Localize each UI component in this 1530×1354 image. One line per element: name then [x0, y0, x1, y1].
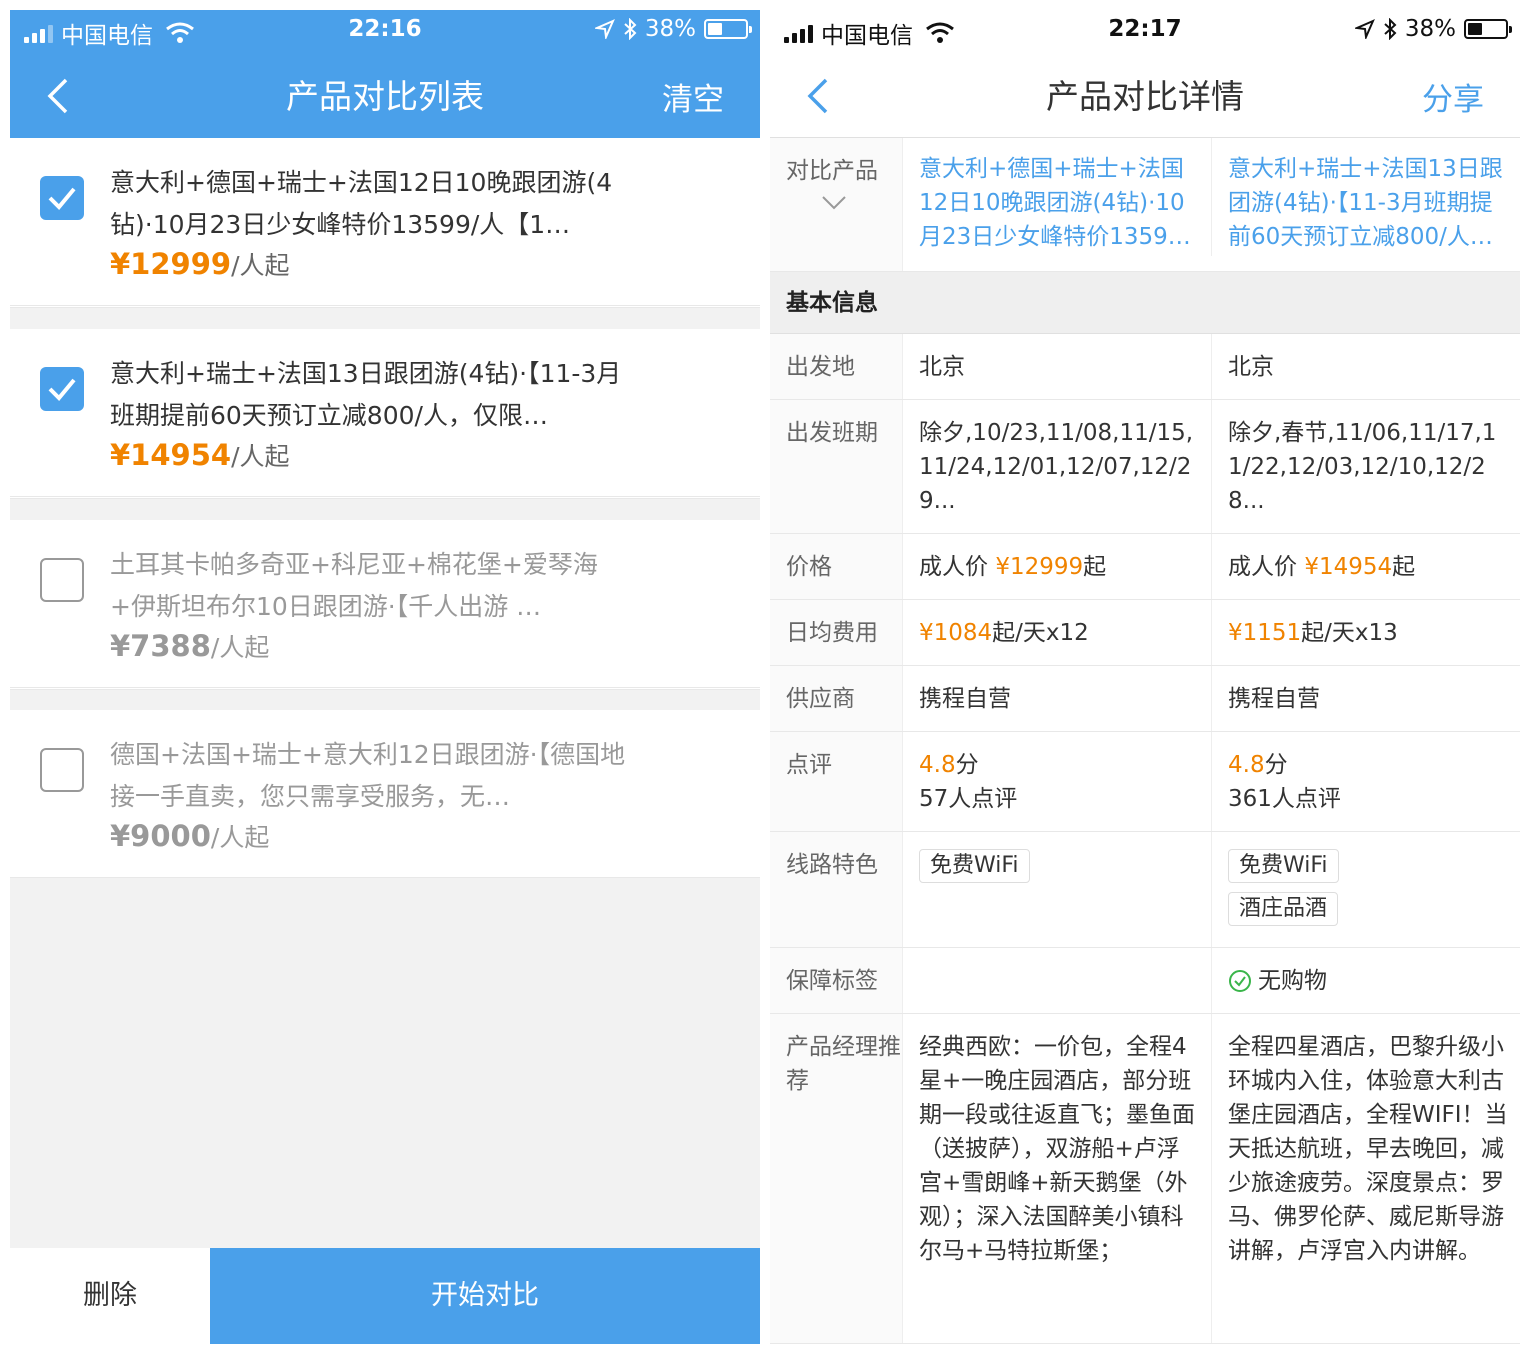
battery-icon [704, 19, 752, 39]
cell-value: ¥1151起/天x13 [1228, 620, 1398, 646]
cell-value: 除夕,春节,11/06,11/17,11/22,12/03,12/10,12/2… [1228, 420, 1497, 514]
cell-value: 北京 [903, 334, 1212, 399]
table-row: 点评 4.8分 57人点评 4.8分 361人点评 [770, 732, 1520, 832]
table-row: 线路特色 免费WiFi 免费WiFi 酒庄品酒 [770, 832, 1520, 948]
cell-value: 除夕,10/23,11/08,11/15,11/24,12/01,12/07,1… [903, 400, 1212, 533]
cell-value: 携程自营 [1228, 686, 1320, 712]
product-link[interactable]: 意大利+德国+瑞士+法国12日10晚跟团游(4钻)·10月23日少女峰特价135… [903, 138, 1212, 256]
checkbox-unchecked[interactable] [40, 748, 84, 792]
table-row: 价格 成人价 ¥12999起 成人价 ¥14954起 [770, 534, 1520, 600]
cell-value: 北京 [1228, 354, 1274, 380]
cell-value [903, 948, 1212, 1013]
item-price: ¥12999/人起 [110, 247, 290, 281]
feature-tag: 免费WiFi [919, 849, 1030, 883]
row-label: 出发地 [770, 334, 903, 399]
status-bar: 中国电信 22:16 38% [10, 10, 760, 50]
checkbox-unchecked[interactable] [40, 558, 84, 602]
cell-value: 成人价 ¥12999起 [903, 534, 1212, 599]
divider [10, 498, 760, 520]
compare-table: 对比产品 意大利+德国+瑞士+法国12日10晚跟团游(4钻)·10月23日少女峰… [770, 138, 1520, 1344]
cell-value: 无购物 [1212, 948, 1520, 1013]
row-label: 保障标签 [770, 948, 903, 1013]
cell-value: ¥1084起/天x12 [903, 600, 1212, 665]
section-header: 基本信息 [770, 272, 1520, 334]
row-label: 对比产品 [770, 138, 903, 271]
clear-button[interactable]: 清空 [662, 74, 724, 119]
list-item[interactable]: 意大利+德国+瑞士+法国12日10晚跟团游(4钻)·10月23日少女峰特价135… [10, 138, 760, 306]
divider [10, 689, 760, 711]
table-row: 出发班期 除夕,10/23,11/08,11/15,11/24,12/01,12… [770, 400, 1520, 534]
item-price: ¥14954/人起 [110, 438, 290, 472]
check-circle-icon [1229, 970, 1251, 992]
row-label: 出发班期 [770, 400, 903, 533]
item-title: 德国+法国+瑞士+意大利12日跟团游·【德国地接一手直卖，您只需享受服务，无… [110, 740, 626, 811]
cell-value: 经典西欧：一价包，全程4星+一晚庄园酒店，部分班期一段或往返直飞；墨鱼面（送披萨… [903, 1014, 1212, 1343]
location-icon [1354, 19, 1375, 39]
bluetooth-icon [1384, 18, 1397, 40]
bottom-bar: 删除 开始对比 [10, 1248, 760, 1344]
table-row: 供应商 携程自营 携程自营 [770, 666, 1520, 732]
item-title: 土耳其卡帕多奇亚+科尼亚+棉花堡+爱琴海+伊斯坦布尔10日跟团游·【千人出游 … [110, 550, 598, 621]
cell-value: 成人价 ¥14954起 [1228, 554, 1416, 580]
item-price: ¥9000/人起 [110, 819, 270, 853]
divider [10, 307, 760, 329]
checkbox-checked[interactable] [40, 176, 84, 220]
item-title: 意大利+瑞士+法国13日跟团游(4钻)·【11-3月班期提前60天预订立减800… [110, 359, 622, 430]
page-title: 产品对比详情 [1046, 77, 1244, 116]
row-label: 产品经理推荐 [770, 1014, 903, 1343]
share-button[interactable]: 分享 [1422, 74, 1484, 119]
product-link[interactable]: 意大利+瑞士+法国13日跟团游(4钻)·【11-3月班期提前60天预订立减800… [1212, 138, 1520, 256]
cell-value: 免费WiFi 酒庄品酒 [1212, 832, 1520, 947]
header-bar: 中国电信 22:16 38% 产品对比列表 清空 [10, 10, 760, 138]
row-label: 价格 [770, 534, 903, 599]
cell-value: 全程四星酒店，巴黎升级小环城内入住，体验意大利古堡庄园酒店，全程WIFI！当天抵… [1228, 1034, 1508, 1264]
item-title: 意大利+德国+瑞士+法国12日10晚跟团游(4钻)·10月23日少女峰特价135… [110, 168, 613, 239]
table-row: 保障标签 无购物 [770, 948, 1520, 1014]
cell-value: 携程自营 [903, 666, 1212, 731]
empty-area [10, 878, 760, 1250]
table-row: 出发地 北京 北京 [770, 334, 1520, 400]
compare-detail-screen: 中国电信 22:17 38% 产品对比详情 分享 对比产品 意大利+德国+瑞士+… [770, 10, 1520, 1344]
delete-button[interactable]: 删除 [10, 1248, 210, 1344]
list-item[interactable]: 德国+法国+瑞士+意大利12日跟团游·【德国地接一手直卖，您只需享受服务，无… … [10, 710, 760, 878]
products-row: 对比产品 意大利+德国+瑞士+法国12日10晚跟团游(4钻)·10月23日少女峰… [770, 138, 1520, 272]
list-item[interactable]: 意大利+瑞士+法国13日跟团游(4钻)·【11-3月班期提前60天预订立减800… [10, 329, 760, 497]
bluetooth-icon [624, 18, 637, 40]
cell-value: 4.8分 57人点评 [903, 732, 1212, 831]
table-row: 日均费用 ¥1084起/天x12 ¥1151起/天x13 [770, 600, 1520, 666]
row-label: 日均费用 [770, 600, 903, 665]
check-icon [48, 187, 76, 210]
compare-list-screen: 中国电信 22:16 38% 产品对比列表 清空 意大利+德国+瑞士+法国12日… [10, 10, 760, 1344]
checkbox-checked[interactable] [40, 367, 84, 411]
cell-value: 免费WiFi [903, 832, 1212, 947]
cell-value: 4.8分 361人点评 [1228, 752, 1341, 812]
item-price: ¥7388/人起 [110, 629, 270, 663]
status-bar: 中国电信 22:17 38% [770, 10, 1520, 50]
table-row: 产品经理推荐 经典西欧：一价包，全程4星+一晚庄园酒店，部分班期一段或往返直飞；… [770, 1014, 1520, 1344]
chevron-down-icon[interactable] [820, 194, 848, 212]
feature-tag: 免费WiFi [1228, 849, 1339, 883]
list-item[interactable]: 土耳其卡帕多奇亚+科尼亚+棉花堡+爱琴海+伊斯坦布尔10日跟团游·【千人出游 …… [10, 520, 760, 688]
row-label: 线路特色 [770, 832, 903, 947]
battery-percent: 38% [644, 16, 696, 42]
battery-percent: 38% [1404, 16, 1456, 42]
location-icon [594, 19, 615, 39]
row-label: 供应商 [770, 666, 903, 731]
row-label: 点评 [770, 732, 903, 831]
page-title: 产品对比列表 [286, 77, 484, 116]
start-compare-button[interactable]: 开始对比 [210, 1248, 760, 1344]
check-icon [48, 378, 76, 401]
feature-tag: 酒庄品酒 [1228, 892, 1339, 926]
battery-icon [1464, 19, 1512, 39]
